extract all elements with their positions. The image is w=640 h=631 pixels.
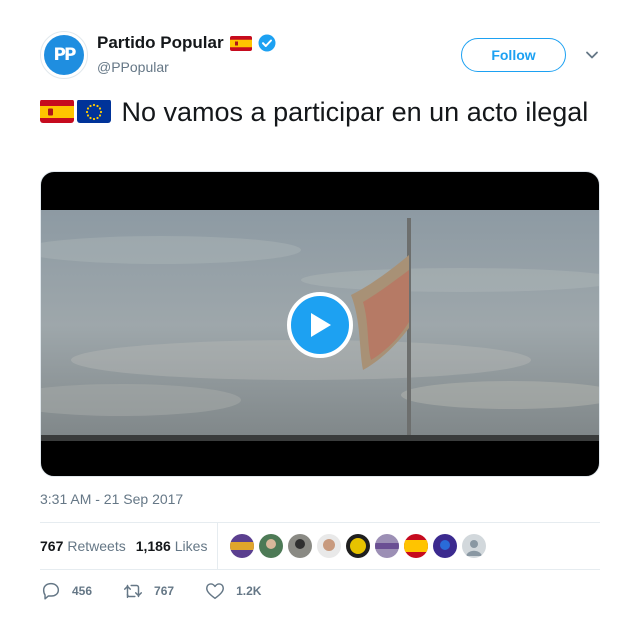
avatar[interactable] [462,533,487,558]
spain-flag-icon [40,99,74,123]
likes-stat[interactable]: 1,186 Likes [136,538,208,554]
avatar[interactable] [230,533,255,558]
retweet-count: 767 [154,584,175,598]
avatar[interactable] [433,533,458,558]
avatar[interactable] [288,533,313,558]
avatar[interactable]: PP [40,31,88,79]
avatar[interactable] [259,533,284,558]
avatar-logo: PP [44,35,84,75]
name-line: Partido Popular [97,33,276,53]
tweet-text: No vamos a participar en un acto ilegal [40,96,600,129]
retweets-label: Retweets [67,537,126,554]
avatar[interactable] [317,533,342,558]
like-icon [206,583,225,600]
handle[interactable]: @PPopular [97,59,169,75]
tweet-timestamp[interactable]: 3:31 AM - 21 Sep 2017 [40,491,183,507]
reply-button[interactable]: 456 [40,580,92,602]
chevron-down-icon[interactable] [585,48,599,62]
display-name[interactable]: Partido Popular [97,33,224,53]
liker-avatars [230,533,487,558]
eu-flag-icon [77,99,111,123]
tweet-actions: 456 767 1.2K [40,580,291,602]
play-icon [311,313,331,337]
likes-count: 1,186 [135,537,171,554]
like-count: 1.2K [236,584,262,598]
retweets-stat[interactable]: 767 Retweets [40,538,126,554]
spain-flag-icon [229,35,252,51]
avatar[interactable] [404,533,429,558]
like-button[interactable]: 1.2K [204,580,261,602]
avatar[interactable] [346,533,371,558]
tweet-stats: 767 Retweets 1,186 Likes [40,522,600,569]
reply-count: 456 [72,584,93,598]
tweet-header: PP Partido Popular @PPopular Follow [40,31,600,81]
divider [40,569,600,570]
retweet-icon [124,584,143,599]
retweet-button[interactable]: 767 [122,580,174,602]
retweets-count: 767 [40,537,64,554]
play-button[interactable] [287,292,353,358]
tweet-message: No vamos a participar en un acto ilegal [121,97,589,127]
reply-icon [42,582,60,600]
stats-separator [217,522,219,569]
avatar[interactable] [375,533,400,558]
video-player[interactable] [40,171,600,477]
likes-label: Likes [174,537,208,554]
verified-icon [258,34,276,52]
follow-button[interactable]: Follow [461,38,566,72]
